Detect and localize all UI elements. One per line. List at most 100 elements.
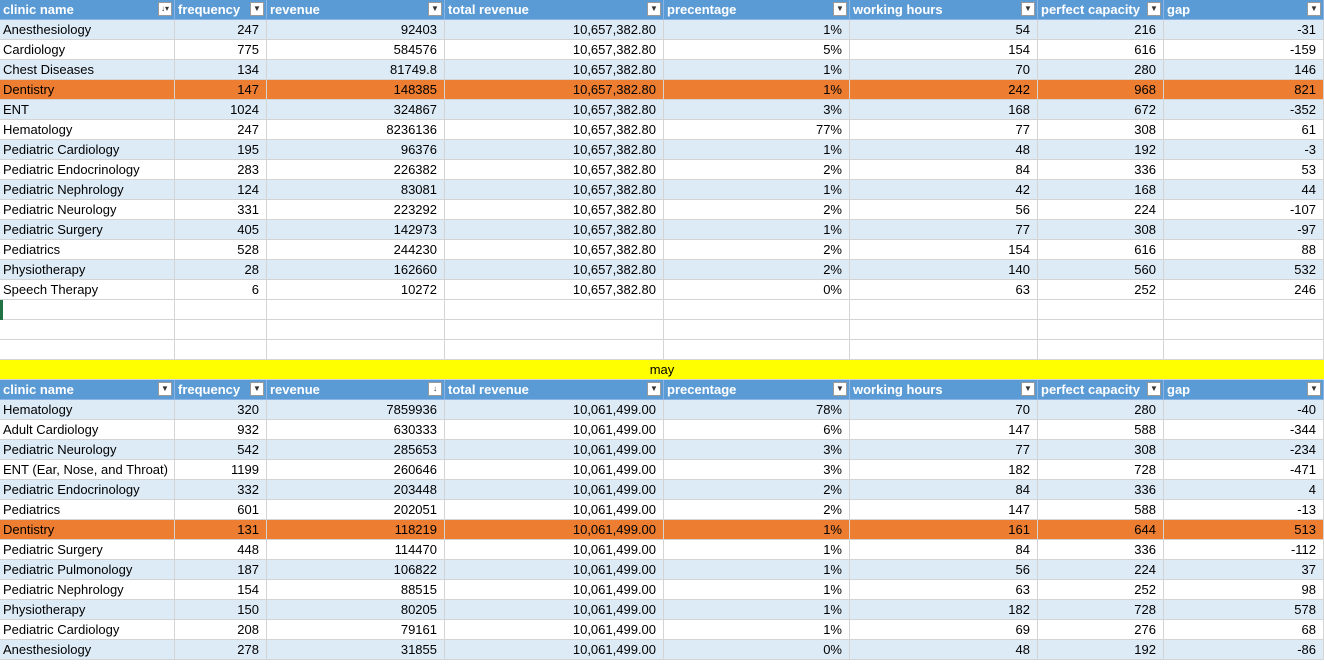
header-frequency[interactable]: frequency ▼: [175, 380, 267, 400]
cell-precentage[interactable]: 6%: [664, 420, 850, 440]
cell-clinic-name[interactable]: Pediatric Neurology: [0, 440, 175, 460]
cell-revenue[interactable]: 244230: [267, 240, 445, 260]
cell-revenue[interactable]: 148385: [267, 80, 445, 100]
cell-total-revenue[interactable]: 10,061,499.00: [445, 420, 664, 440]
dropdown-icon[interactable]: ▼: [1147, 382, 1161, 396]
cell-frequency[interactable]: 331: [175, 200, 267, 220]
cell-frequency[interactable]: 542: [175, 440, 267, 460]
cell-gap[interactable]: -97: [1164, 220, 1324, 240]
cell-precentage[interactable]: 1%: [664, 20, 850, 40]
cell-working-hours[interactable]: 182: [850, 600, 1038, 620]
cell-perfect-capacity[interactable]: 616: [1038, 240, 1164, 260]
empty-cell[interactable]: [175, 300, 267, 320]
cell-frequency[interactable]: 775: [175, 40, 267, 60]
cell-revenue[interactable]: 324867: [267, 100, 445, 120]
cell-gap[interactable]: -234: [1164, 440, 1324, 460]
cell-revenue[interactable]: 79161: [267, 620, 445, 640]
cell-frequency[interactable]: 278: [175, 640, 267, 660]
cell-perfect-capacity[interactable]: 336: [1038, 160, 1164, 180]
cell-precentage[interactable]: 77%: [664, 120, 850, 140]
dropdown-icon[interactable]: ▼: [833, 2, 847, 16]
cell-revenue[interactable]: 96376: [267, 140, 445, 160]
header-clinic-name[interactable]: clinic name ↓▾: [0, 0, 175, 20]
dropdown-icon[interactable]: ▼: [833, 382, 847, 396]
cell-clinic-name[interactable]: Pediatric Endocrinology: [0, 480, 175, 500]
empty-cell[interactable]: [0, 320, 175, 340]
cell-revenue[interactable]: 80205: [267, 600, 445, 620]
sort-filter-icon[interactable]: ↓▾: [158, 2, 172, 16]
cell-working-hours[interactable]: 70: [850, 400, 1038, 420]
header-revenue[interactable]: revenue ▼: [267, 0, 445, 20]
header-precentage[interactable]: precentage ▼: [664, 380, 850, 400]
cell-precentage[interactable]: 1%: [664, 580, 850, 600]
cell-perfect-capacity[interactable]: 192: [1038, 640, 1164, 660]
cell-total-revenue[interactable]: 10,657,382.80: [445, 280, 664, 300]
cell-perfect-capacity[interactable]: 644: [1038, 520, 1164, 540]
cell-revenue[interactable]: 114470: [267, 540, 445, 560]
cell-frequency[interactable]: 131: [175, 520, 267, 540]
cell-gap[interactable]: 246: [1164, 280, 1324, 300]
cell-working-hours[interactable]: 154: [850, 240, 1038, 260]
cell-precentage[interactable]: 3%: [664, 440, 850, 460]
cell-precentage[interactable]: 1%: [664, 600, 850, 620]
header-perfect-capacity[interactable]: perfect capacity ▼: [1038, 380, 1164, 400]
cell-frequency[interactable]: 28: [175, 260, 267, 280]
empty-cell[interactable]: [267, 320, 445, 340]
dropdown-icon[interactable]: ▼: [1021, 382, 1035, 396]
cell-total-revenue[interactable]: 10,657,382.80: [445, 40, 664, 60]
cell-gap[interactable]: -471: [1164, 460, 1324, 480]
cell-precentage[interactable]: 2%: [664, 160, 850, 180]
cell-revenue[interactable]: 226382: [267, 160, 445, 180]
cell-frequency[interactable]: 405: [175, 220, 267, 240]
cell-frequency[interactable]: 528: [175, 240, 267, 260]
cell-precentage[interactable]: 78%: [664, 400, 850, 420]
cell-clinic-name[interactable]: Anesthesiology: [0, 640, 175, 660]
empty-cell[interactable]: [445, 340, 664, 360]
cell-clinic-name[interactable]: Pediatrics: [0, 240, 175, 260]
cell-total-revenue[interactable]: 10,657,382.80: [445, 140, 664, 160]
cell-revenue[interactable]: 88515: [267, 580, 445, 600]
cell-frequency[interactable]: 247: [175, 120, 267, 140]
cell-total-revenue[interactable]: 10,657,382.80: [445, 180, 664, 200]
cell-gap[interactable]: 61: [1164, 120, 1324, 140]
cell-gap[interactable]: -352: [1164, 100, 1324, 120]
cell-perfect-capacity[interactable]: 280: [1038, 400, 1164, 420]
cell-perfect-capacity[interactable]: 216: [1038, 20, 1164, 40]
cell-precentage[interactable]: 5%: [664, 40, 850, 60]
cell-perfect-capacity[interactable]: 728: [1038, 600, 1164, 620]
cell-perfect-capacity[interactable]: 168: [1038, 180, 1164, 200]
cell-working-hours[interactable]: 161: [850, 520, 1038, 540]
empty-cell[interactable]: [445, 300, 664, 320]
cell-working-hours[interactable]: 77: [850, 120, 1038, 140]
cell-perfect-capacity[interactable]: 252: [1038, 580, 1164, 600]
cell-precentage[interactable]: 2%: [664, 500, 850, 520]
cell-frequency[interactable]: 601: [175, 500, 267, 520]
empty-cell[interactable]: [850, 300, 1038, 320]
cell-frequency[interactable]: 247: [175, 20, 267, 40]
cell-working-hours[interactable]: 70: [850, 60, 1038, 80]
cell-total-revenue[interactable]: 10,061,499.00: [445, 580, 664, 600]
cell-clinic-name[interactable]: Pediatric Neurology: [0, 200, 175, 220]
cell-perfect-capacity[interactable]: 968: [1038, 80, 1164, 100]
header-frequency[interactable]: frequency ▼: [175, 0, 267, 20]
cell-gap[interactable]: 821: [1164, 80, 1324, 100]
cell-perfect-capacity[interactable]: 672: [1038, 100, 1164, 120]
dropdown-icon[interactable]: ▼: [158, 382, 172, 396]
cell-precentage[interactable]: 1%: [664, 620, 850, 640]
dropdown-icon[interactable]: ▼: [1021, 2, 1035, 16]
cell-total-revenue[interactable]: 10,061,499.00: [445, 560, 664, 580]
cell-perfect-capacity[interactable]: 252: [1038, 280, 1164, 300]
cell-frequency[interactable]: 320: [175, 400, 267, 420]
cell-clinic-name[interactable]: Pediatric Surgery: [0, 540, 175, 560]
cell-precentage[interactable]: 2%: [664, 480, 850, 500]
cell-revenue[interactable]: 31855: [267, 640, 445, 660]
header-clinic-name[interactable]: clinic name ▼: [0, 380, 175, 400]
cell-gap[interactable]: 146: [1164, 60, 1324, 80]
cell-frequency[interactable]: 6: [175, 280, 267, 300]
empty-cell[interactable]: [664, 340, 850, 360]
cell-perfect-capacity[interactable]: 308: [1038, 440, 1164, 460]
empty-cell[interactable]: [0, 340, 175, 360]
empty-cell[interactable]: [175, 340, 267, 360]
cell-revenue[interactable]: 285653: [267, 440, 445, 460]
cell-frequency[interactable]: 124: [175, 180, 267, 200]
